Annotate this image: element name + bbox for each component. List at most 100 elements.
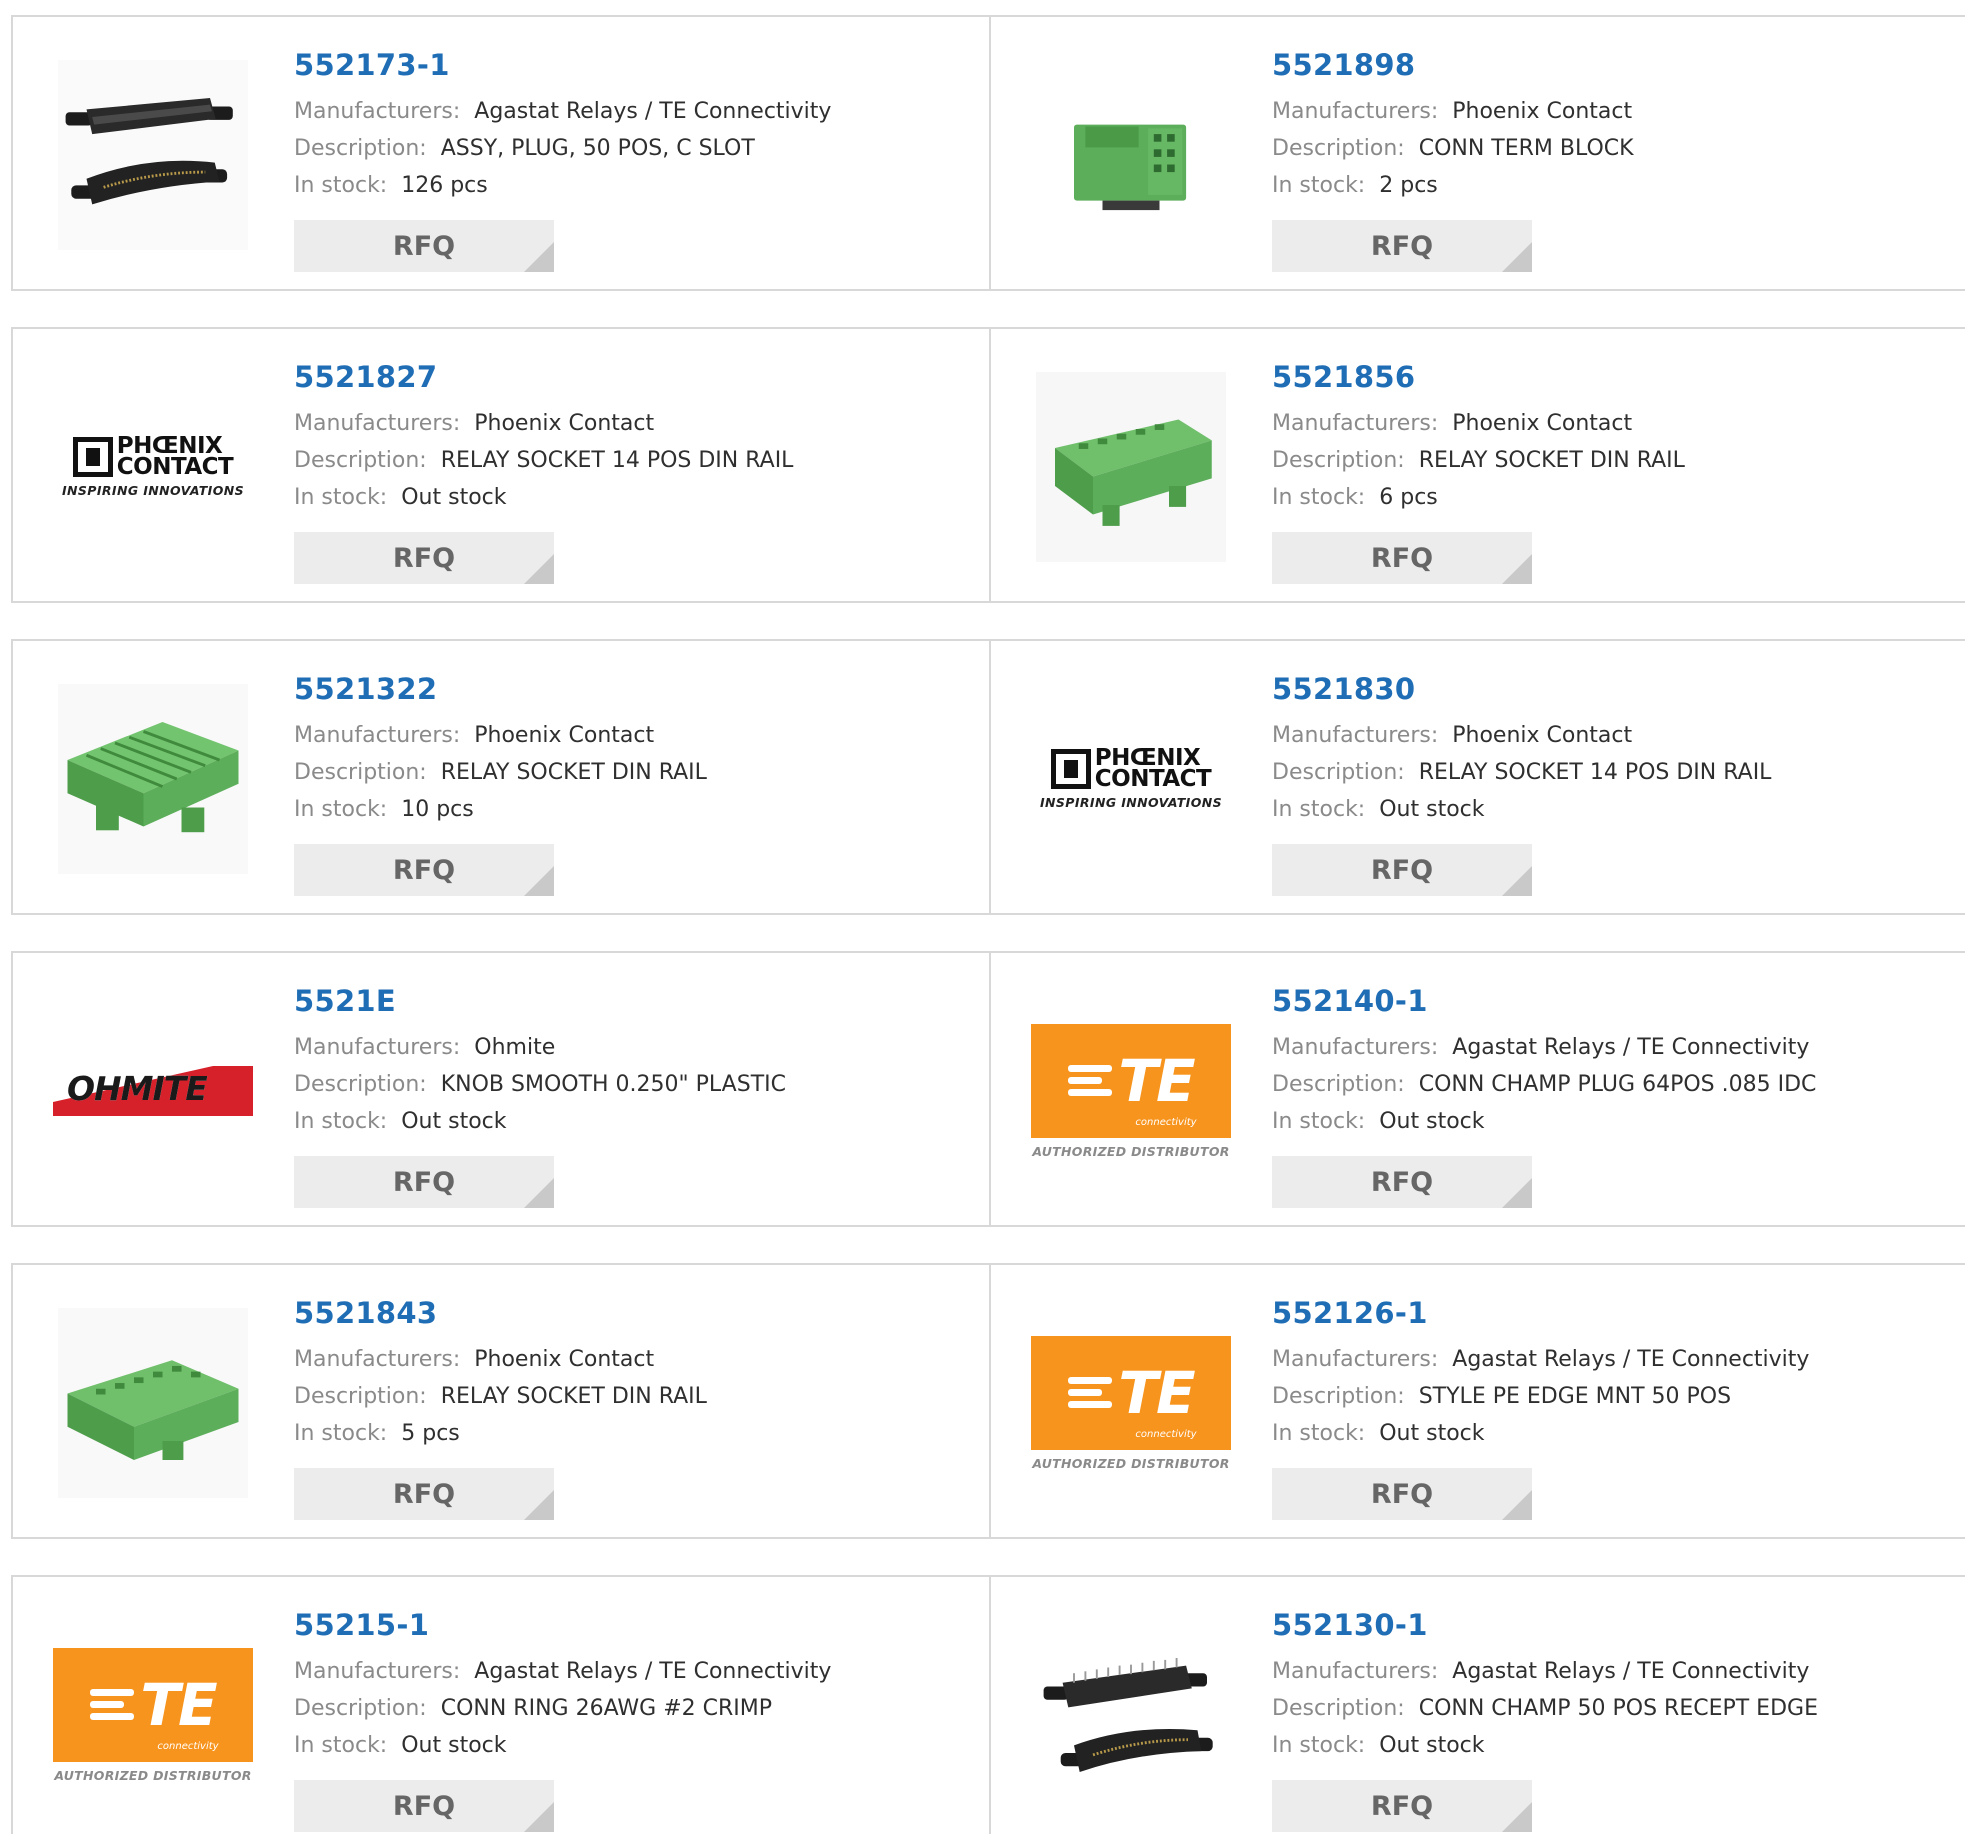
rfq-button[interactable]: RFQ [1272, 844, 1532, 896]
product-image[interactable]: TE connectivity AUTHORIZED DISTRIBUTOR [1031, 1303, 1231, 1503]
part-number-link[interactable]: 5521E [294, 983, 974, 1019]
stock-value: 126 pcs [401, 173, 488, 198]
product-row: OHMITE 5521E Manufacturers: Ohmite Descri… [11, 951, 1965, 1227]
phoenix-logo-mark [1050, 749, 1091, 789]
stock-label: In stock: [1272, 173, 1366, 198]
manufacturer-label: Manufacturers: [294, 1347, 461, 1372]
rfq-label: RFQ [392, 1478, 456, 1510]
rfq-button[interactable]: RFQ [1272, 532, 1532, 584]
rfq-corner [1502, 554, 1532, 584]
part-number-link[interactable]: 552126-1 [1272, 1295, 1952, 1331]
part-number-link[interactable]: 5521843 [294, 1295, 974, 1331]
rfq-button[interactable]: RFQ [1272, 1156, 1532, 1208]
product-image[interactable] [53, 55, 253, 255]
product-image[interactable]: PHŒNIX CONTACT INSPIRING INNOVATIONS [53, 367, 253, 567]
description-value: ASSY, PLUG, 50 POS, C SLOT [440, 136, 755, 161]
manufacturer-line: Manufacturers: Agastat Relays / TE Connec… [294, 1653, 974, 1690]
phoenix-contact-logo: PHŒNIX CONTACT INSPIRING INNOVATIONS [53, 435, 253, 499]
product-card: TE connectivity AUTHORIZED DISTRIBUTOR 5… [989, 953, 1965, 1225]
manufacturer-value: Agastat Relays / TE Connectivity [474, 1659, 832, 1684]
product-card: 5521856 Manufacturers: Phoenix Contact De… [989, 329, 1965, 601]
manufacturer-value: Phoenix Contact [1452, 99, 1633, 124]
stock-line: In stock: 5 pcs [294, 1415, 974, 1452]
manufacturer-label: Manufacturers: [294, 411, 461, 436]
description-value: KNOB SMOOTH 0.250" PLASTIC [440, 1072, 786, 1097]
rfq-label: RFQ [1370, 542, 1434, 574]
description-label: Description: [294, 760, 427, 785]
te-logo-box: TE connectivity [53, 1647, 253, 1762]
product-image[interactable] [1031, 1615, 1231, 1815]
product-image[interactable]: TE connectivity AUTHORIZED DISTRIBUTOR [53, 1615, 253, 1815]
part-number-link[interactable]: 552140-1 [1272, 983, 1952, 1019]
manufacturer-line: Manufacturers: Phoenix Contact [1272, 717, 1952, 754]
rfq-button[interactable]: RFQ [1272, 1780, 1532, 1832]
description-line: Description: CONN CHAMP PLUG 64POS .085 I… [1272, 1066, 1952, 1103]
description-line: Description: STYLE PE EDGE MNT 50 POS [1272, 1378, 1952, 1415]
black-connector-image [58, 60, 248, 250]
te-logo-box: TE connectivity [1031, 1023, 1231, 1138]
stock-label: In stock: [1272, 485, 1366, 510]
relay-socket-image [58, 1308, 248, 1498]
description-value: RELAY SOCKET 14 POS DIN RAIL [1418, 760, 1772, 785]
te-connectivity-logo: TE connectivity AUTHORIZED DISTRIBUTOR [1031, 1023, 1231, 1159]
description-line: Description: CONN RING 26AWG #2 CRIMP [294, 1690, 974, 1727]
description-label: Description: [294, 1696, 427, 1721]
rfq-button[interactable]: RFQ [294, 1468, 554, 1520]
ohmite-logo-text: OHMITE [67, 1069, 208, 1108]
phoenix-logo-mark [72, 437, 113, 477]
product-card: 5521843 Manufacturers: Phoenix Contact De… [13, 1265, 989, 1537]
description-label: Description: [294, 1072, 427, 1097]
product-image[interactable] [53, 679, 253, 879]
rfq-button[interactable]: RFQ [294, 844, 554, 896]
manufacturer-line: Manufacturers: Phoenix Contact [1272, 405, 1952, 442]
phoenix-logo-tagline: INSPIRING INNOVATIONS [61, 483, 244, 498]
rfq-button[interactable]: RFQ [294, 532, 554, 584]
description-line: Description: ASSY, PLUG, 50 POS, C SLOT [294, 130, 974, 167]
part-number-link[interactable]: 55215-1 [294, 1607, 974, 1643]
product-image[interactable] [1031, 367, 1231, 567]
phoenix-contact-logo: PHŒNIX CONTACT INSPIRING INNOVATIONS [1031, 747, 1231, 811]
phoenix-logo-line2: CONTACT [116, 454, 234, 480]
product-image[interactable] [1031, 55, 1231, 255]
product-card: PHŒNIX CONTACT INSPIRING INNOVATIONS 5521… [989, 641, 1965, 913]
rfq-corner [1502, 1178, 1532, 1208]
part-number-link[interactable]: 5521322 [294, 671, 974, 707]
description-line: Description: RELAY SOCKET 14 POS DIN RAIL [1272, 754, 1952, 791]
product-image[interactable]: OHMITE [53, 991, 253, 1191]
description-label: Description: [1272, 760, 1405, 785]
relay-socket-image [1036, 372, 1226, 562]
stock-line: In stock: 2 pcs [1272, 167, 1952, 204]
part-number-link[interactable]: 552173-1 [294, 47, 974, 83]
rfq-button[interactable]: RFQ [294, 1156, 554, 1208]
manufacturer-label: Manufacturers: [1272, 723, 1439, 748]
product-card: 552130-1 Manufacturers: Agastat Relays / … [989, 1577, 1965, 1834]
part-number-link[interactable]: 5521856 [1272, 359, 1952, 395]
description-value: CONN TERM BLOCK [1418, 136, 1634, 161]
stock-line: In stock: Out stock [294, 1727, 974, 1764]
part-number-link[interactable]: 552130-1 [1272, 1607, 1952, 1643]
manufacturer-label: Manufacturers: [294, 1035, 461, 1060]
manufacturer-value: Phoenix Contact [474, 723, 655, 748]
part-number-link[interactable]: 5521898 [1272, 47, 1952, 83]
description-value: RELAY SOCKET DIN RAIL [440, 760, 707, 785]
rfq-button[interactable]: RFQ [1272, 220, 1532, 272]
part-number-link[interactable]: 5521827 [294, 359, 974, 395]
stock-value: Out stock [1379, 1109, 1485, 1134]
product-card: TE connectivity AUTHORIZED DISTRIBUTOR 5… [13, 1577, 989, 1834]
rfq-label: RFQ [392, 1166, 456, 1198]
te-logo-mark: TE [1118, 1358, 1195, 1427]
rfq-button[interactable]: RFQ [294, 220, 554, 272]
part-number-link[interactable]: 5521830 [1272, 671, 1952, 707]
te-logo-sub: connectivity [1135, 1116, 1197, 1128]
product-image[interactable] [53, 1303, 253, 1503]
ohmite-logo: OHMITE [53, 1066, 253, 1116]
phoenix-logo-line2: CONTACT [1094, 766, 1212, 792]
te-connectivity-logo: TE connectivity AUTHORIZED DISTRIBUTOR [1031, 1335, 1231, 1471]
rfq-button[interactable]: RFQ [1272, 1468, 1532, 1520]
product-image[interactable]: PHŒNIX CONTACT INSPIRING INNOVATIONS [1031, 679, 1231, 879]
description-line: Description: RELAY SOCKET 14 POS DIN RAIL [294, 442, 974, 479]
rfq-button[interactable]: RFQ [294, 1780, 554, 1832]
description-value: CONN CHAMP PLUG 64POS .085 IDC [1418, 1072, 1817, 1097]
product-image[interactable]: TE connectivity AUTHORIZED DISTRIBUTOR [1031, 991, 1231, 1191]
rfq-corner [1502, 242, 1532, 272]
